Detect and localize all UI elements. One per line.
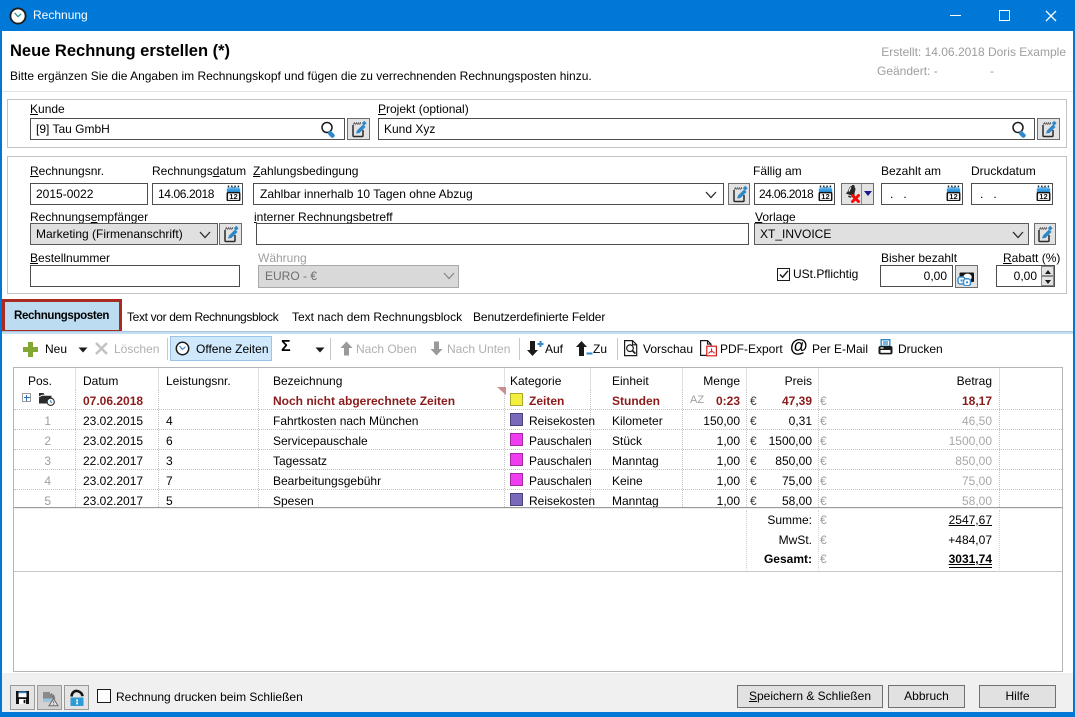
svg-text:12: 12 [1039, 192, 1047, 201]
svg-text:12: 12 [949, 192, 957, 201]
svg-text:12: 12 [229, 192, 237, 201]
svg-text:12: 12 [821, 192, 829, 201]
